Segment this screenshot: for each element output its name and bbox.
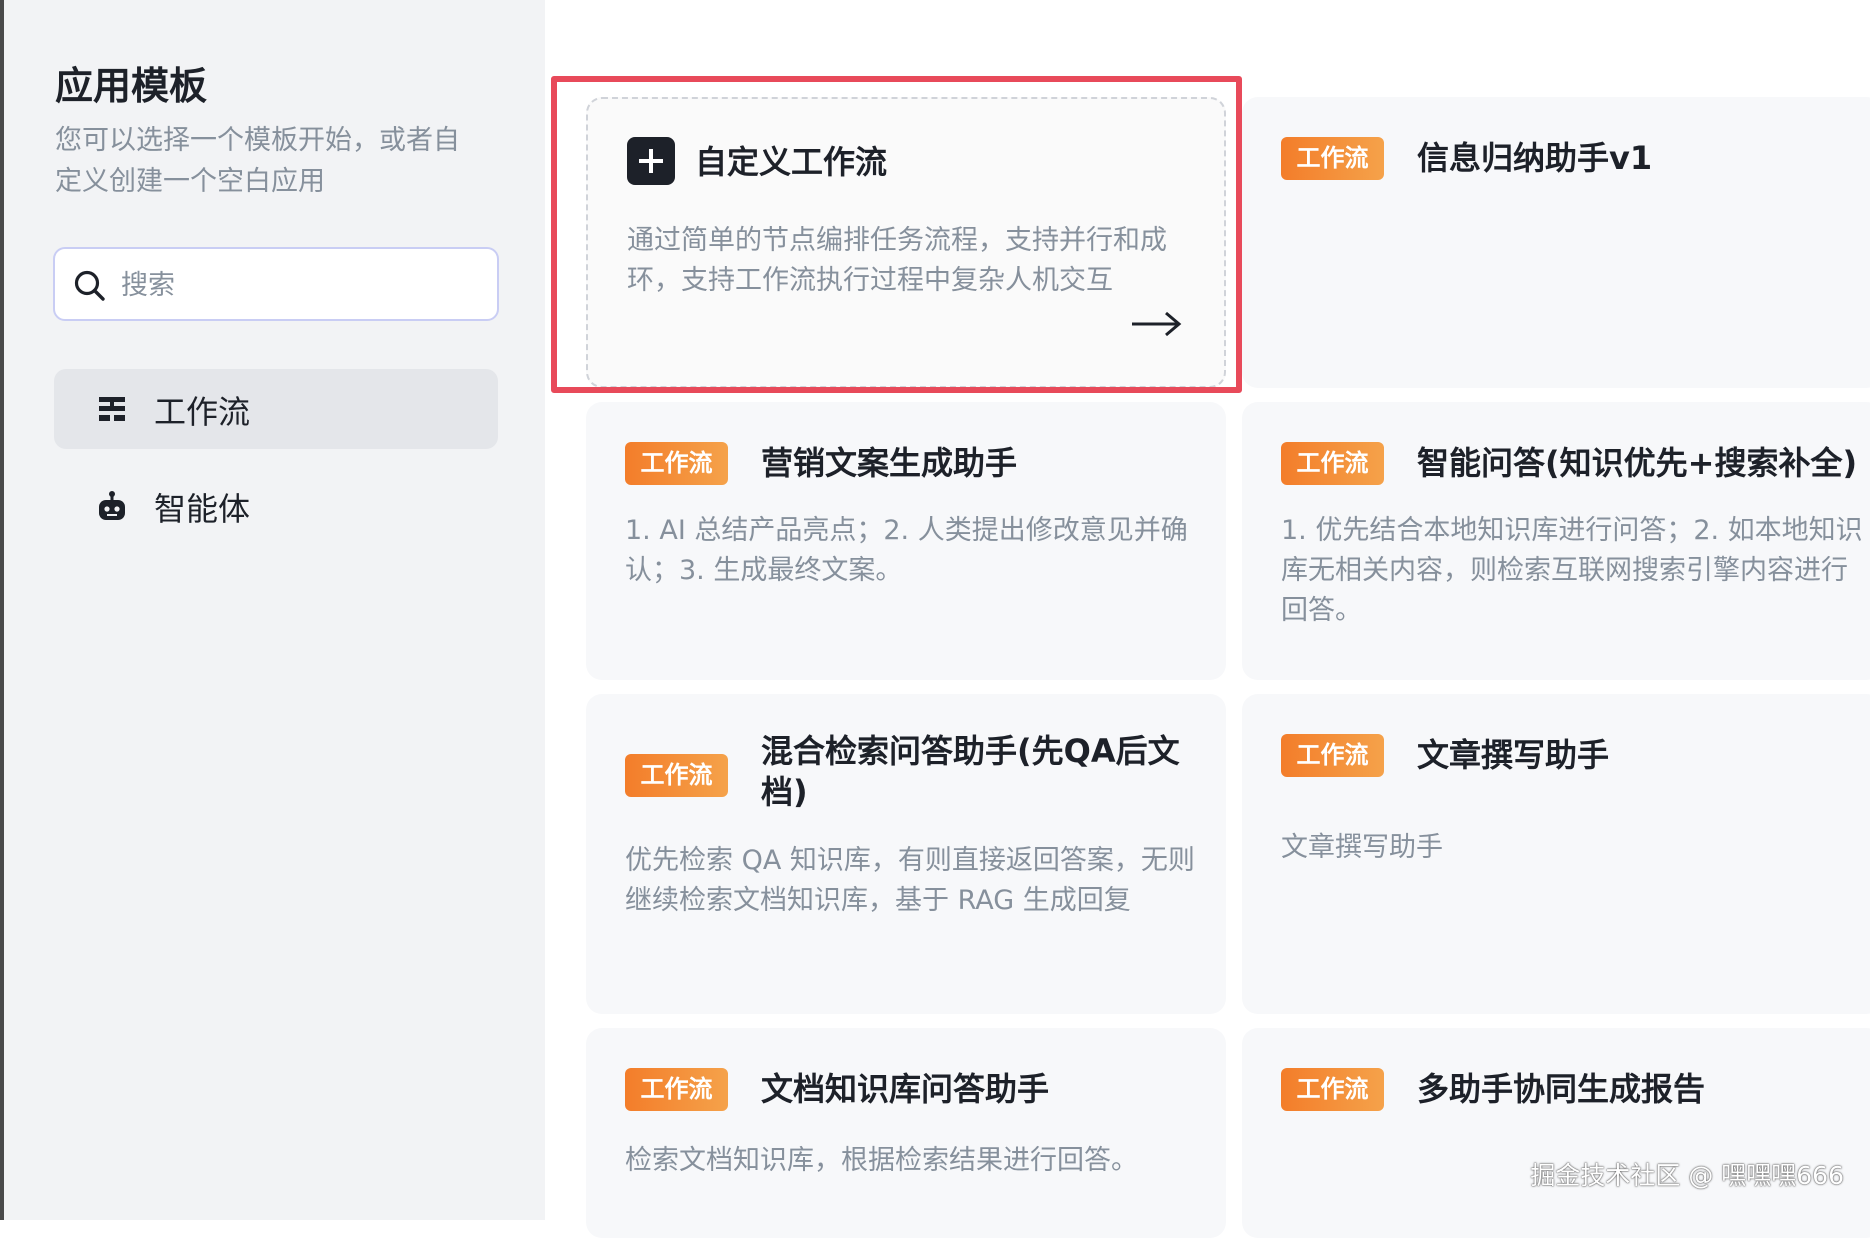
card-title: 多助手协同生成报告 (1417, 1070, 1706, 1108)
watermark: 掘金技术社区 @ 嘿嘿嘿666 (1530, 1161, 1844, 1190)
sidebar-description: 您可以选择一个模板开始，或者自定义创建一个空白应用 (55, 125, 460, 197)
card-description: 检索文档知识库，根据检索结果进行回答。 (625, 1145, 1138, 1176)
template-card[interactable]: 工作流 文档知识库问答助手 检索文档知识库，根据检索结果进行回答。 (586, 1028, 1226, 1238)
search-icon (74, 270, 105, 301)
workflow-tag: 工作流 (1281, 442, 1384, 485)
sidebar-item-label: 工作流 (154, 393, 251, 431)
card-title: 自定义工作流 (695, 143, 888, 181)
card-title: 文章撰写助手 (1417, 736, 1610, 774)
search-box[interactable] (53, 247, 499, 321)
card-title: 信息归纳助手v1 (1417, 139, 1653, 177)
sidebar-item-agent[interactable]: 智能体 (54, 466, 498, 546)
card-description: 文章撰写助手 (1281, 832, 1443, 863)
workflow-tag: 工作流 (1281, 1068, 1384, 1111)
sidebar-title: 应用模板 (55, 64, 208, 108)
card-title: 营销文案生成助手 (761, 444, 1018, 482)
custom-workflow-card[interactable]: 自定义工作流 通过简单的节点编排任务流程，支持并行和成环，支持工作流执行过程中复… (586, 97, 1226, 388)
workflow-icon (99, 397, 125, 421)
sidebar-item-label: 智能体 (154, 490, 251, 528)
workflow-tag: 工作流 (625, 754, 728, 797)
robot-icon (99, 491, 125, 520)
template-card[interactable]: 工作流 智能问答(知识优先+搜索补全) 1. 优先结合本地知识库进行问答；2. … (1242, 402, 1870, 680)
card-description: 优先检索 QA 知识库，有则直接返回答案，无则继续检索文档知识库，基于 RAG … (625, 845, 1195, 916)
plus-icon (627, 137, 675, 185)
card-description: 通过简单的节点编排任务流程，支持并行和成环，支持工作流执行过程中复杂人机交互 (627, 225, 1167, 296)
template-card[interactable]: 工作流 营销文案生成助手 1. AI 总结产品亮点；2. 人类提出修改意见并确认… (586, 402, 1226, 680)
card-title: 混合检索问答助手(先QA后文档) (761, 732, 1180, 811)
arrow-right-icon[interactable] (1130, 309, 1182, 339)
card-title: 文档知识库问答助手 (761, 1070, 1050, 1108)
template-card[interactable]: 工作流 信息归纳助手v1 (1242, 97, 1870, 388)
card-description: 1. 优先结合本地知识库进行问答；2. 如本地知识库无相关内容，则检索互联网搜索… (1281, 515, 1863, 626)
template-card[interactable]: 工作流 混合检索问答助手(先QA后文档) 优先检索 QA 知识库，有则直接返回答… (586, 694, 1226, 1014)
template-card[interactable]: 工作流 多助手协同生成报告 (1242, 1028, 1870, 1238)
card-description: 1. AI 总结产品亮点；2. 人类提出修改意见并确认；3. 生成最终文案。 (625, 515, 1188, 586)
workflow-tag: 工作流 (625, 442, 728, 485)
card-title: 智能问答(知识优先+搜索补全) (1417, 444, 1858, 482)
sidebar-item-workflow[interactable]: 工作流 (54, 369, 498, 449)
workflow-tag: 工作流 (1281, 734, 1384, 777)
search-input[interactable] (119, 257, 483, 313)
sidebar: 应用模板 您可以选择一个模板开始，或者自定义创建一个空白应用 工作流 智能体 (4, 0, 545, 1220)
workflow-tag: 工作流 (1281, 137, 1384, 180)
template-card[interactable]: 工作流 文章撰写助手 文章撰写助手 (1242, 694, 1870, 1014)
workflow-tag: 工作流 (625, 1068, 728, 1111)
